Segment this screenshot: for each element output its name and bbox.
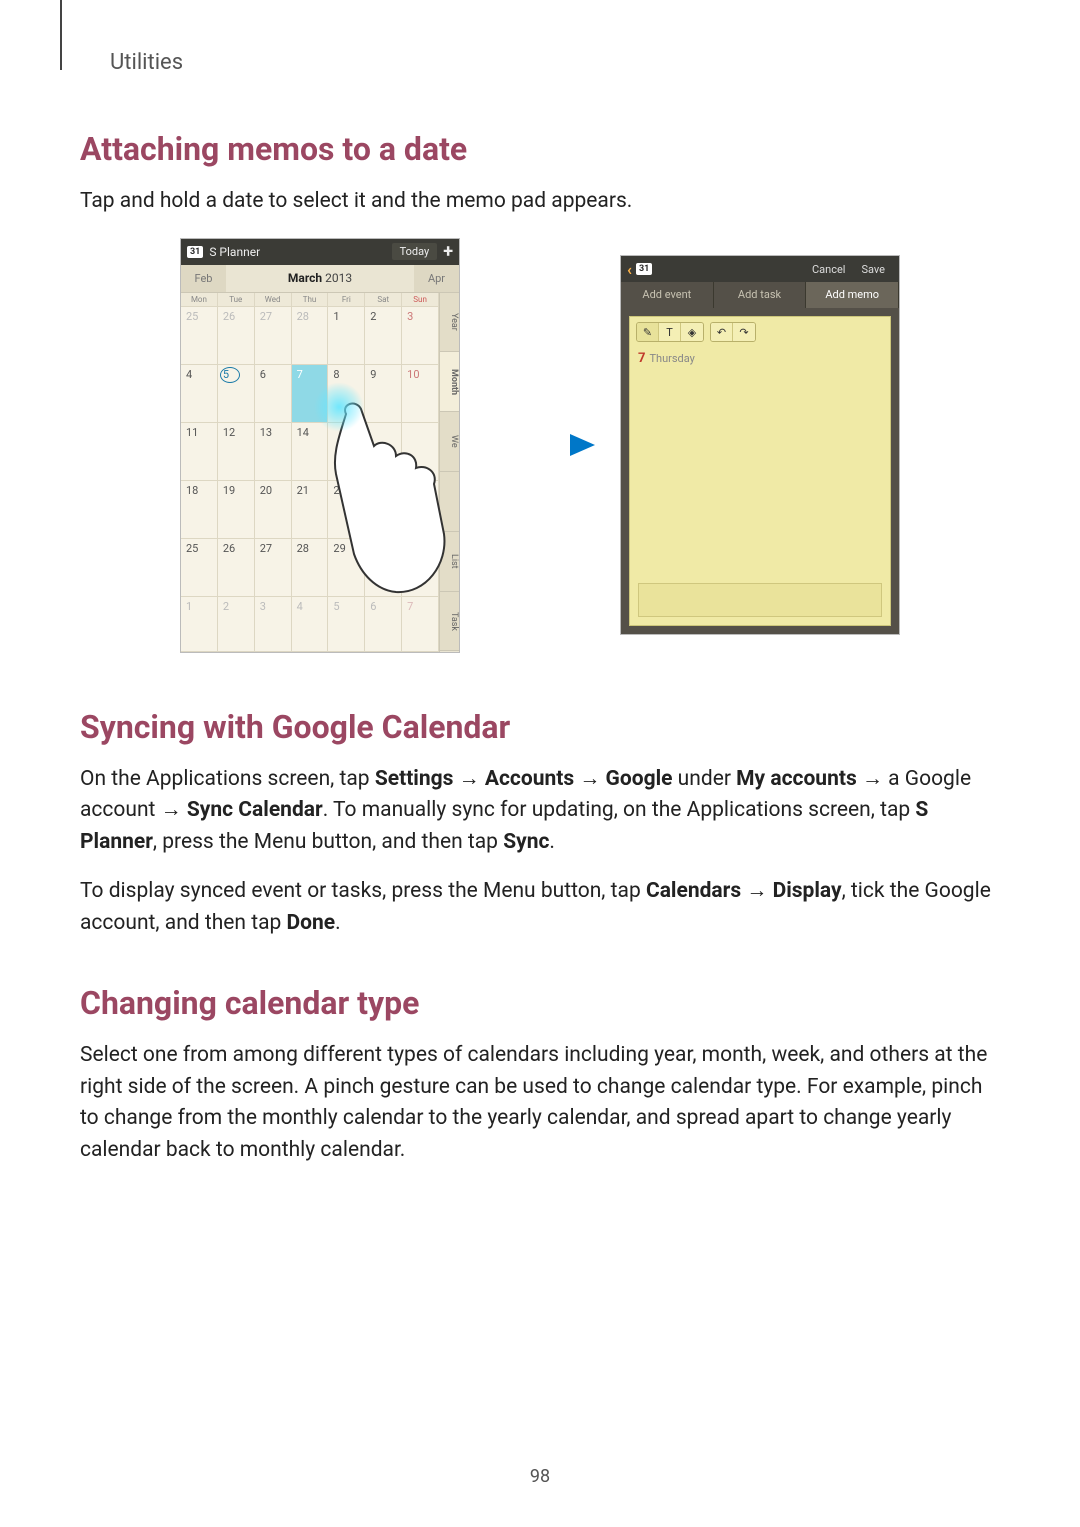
cancel-button[interactable]: Cancel xyxy=(804,263,853,276)
heading-attaching-memos: Attaching memos to a date xyxy=(80,130,1000,168)
memo-pad-canvas[interactable]: ✎ T ◈ ↶ ↷ 7Thursday xyxy=(629,316,891,626)
header-divider xyxy=(60,0,62,70)
today-button[interactable]: Today xyxy=(392,243,438,260)
eraser-icon[interactable]: ◈ xyxy=(681,323,703,341)
day-of-week-row: Mon Tue Wed Thu Fri Sat Sun xyxy=(181,293,439,307)
add-event-button[interactable]: + xyxy=(443,241,453,262)
pen-icon[interactable]: ✎ xyxy=(637,323,659,341)
tab-add-event: Add event xyxy=(621,282,714,308)
calendar-badge-icon: 31 xyxy=(636,263,652,275)
figure-row: 31 S Planner Today + Feb March 2013 Apr … xyxy=(80,238,1000,653)
tab-add-memo: Add memo xyxy=(806,282,899,308)
splanner-header: 31 S Planner Today + xyxy=(181,239,459,265)
attaching-intro-text: Tap and hold a date to select it and the… xyxy=(80,186,1000,218)
splanner-title: S Planner xyxy=(209,245,391,259)
save-button[interactable]: Save xyxy=(853,263,893,276)
memo-toolbar: ✎ T ◈ ↶ ↷ xyxy=(630,317,890,347)
syncing-paragraph-1: On the Applications screen, tap Settings… xyxy=(80,764,1000,859)
heading-syncing-google: Syncing with Google Calendar xyxy=(80,708,1000,746)
screenshot-memo-pad: ‹ 31 Cancel Save Add event Add task Add … xyxy=(620,255,900,635)
page-number: 98 xyxy=(0,1466,1080,1487)
view-tab-week: We xyxy=(440,412,459,472)
text-icon[interactable]: T xyxy=(659,323,681,341)
syncing-paragraph-2: To display synced event or tasks, press … xyxy=(80,876,1000,939)
add-item-tabs[interactable]: Add event Add task Add memo xyxy=(621,282,899,308)
calendar-badge-icon: 31 xyxy=(187,246,203,258)
view-tab-year: Year xyxy=(440,293,459,353)
memo-header: ‹ 31 Cancel Save xyxy=(621,256,899,282)
current-month-label: March 2013 xyxy=(226,271,414,285)
memo-bottom-panel xyxy=(638,583,882,617)
calendar-grid[interactable]: Mon Tue Wed Thu Fri Sat Sun 25262728123 … xyxy=(181,293,439,652)
breadcrumb: Utilities xyxy=(110,50,1000,75)
month-navigation: Feb March 2013 Apr xyxy=(181,265,459,293)
view-tab-task: Task xyxy=(440,592,459,652)
memo-date-label: 7Thursday xyxy=(630,347,890,370)
view-tab-month: Month xyxy=(440,352,459,412)
heading-changing-calendar-type: Changing calendar type xyxy=(80,984,1000,1022)
redo-icon[interactable]: ↷ xyxy=(733,323,755,341)
view-tab-list: List xyxy=(440,532,459,592)
view-type-tabs[interactable]: Year Month We List Task xyxy=(439,293,459,652)
changing-paragraph: Select one from among different types of… xyxy=(80,1040,1000,1166)
view-tab-blank xyxy=(440,472,459,532)
tab-add-task: Add task xyxy=(714,282,807,308)
screenshot-splanner-calendar: 31 S Planner Today + Feb March 2013 Apr … xyxy=(180,238,460,653)
selected-date-cell: 7 xyxy=(292,365,329,423)
today-cell: 5 xyxy=(218,365,255,423)
next-month-button[interactable]: Apr xyxy=(414,265,459,292)
undo-icon[interactable]: ↶ xyxy=(711,323,733,341)
prev-month-button[interactable]: Feb xyxy=(181,265,226,292)
back-chevron-icon[interactable]: ‹ xyxy=(627,260,632,279)
transition-arrow-icon xyxy=(485,430,595,460)
